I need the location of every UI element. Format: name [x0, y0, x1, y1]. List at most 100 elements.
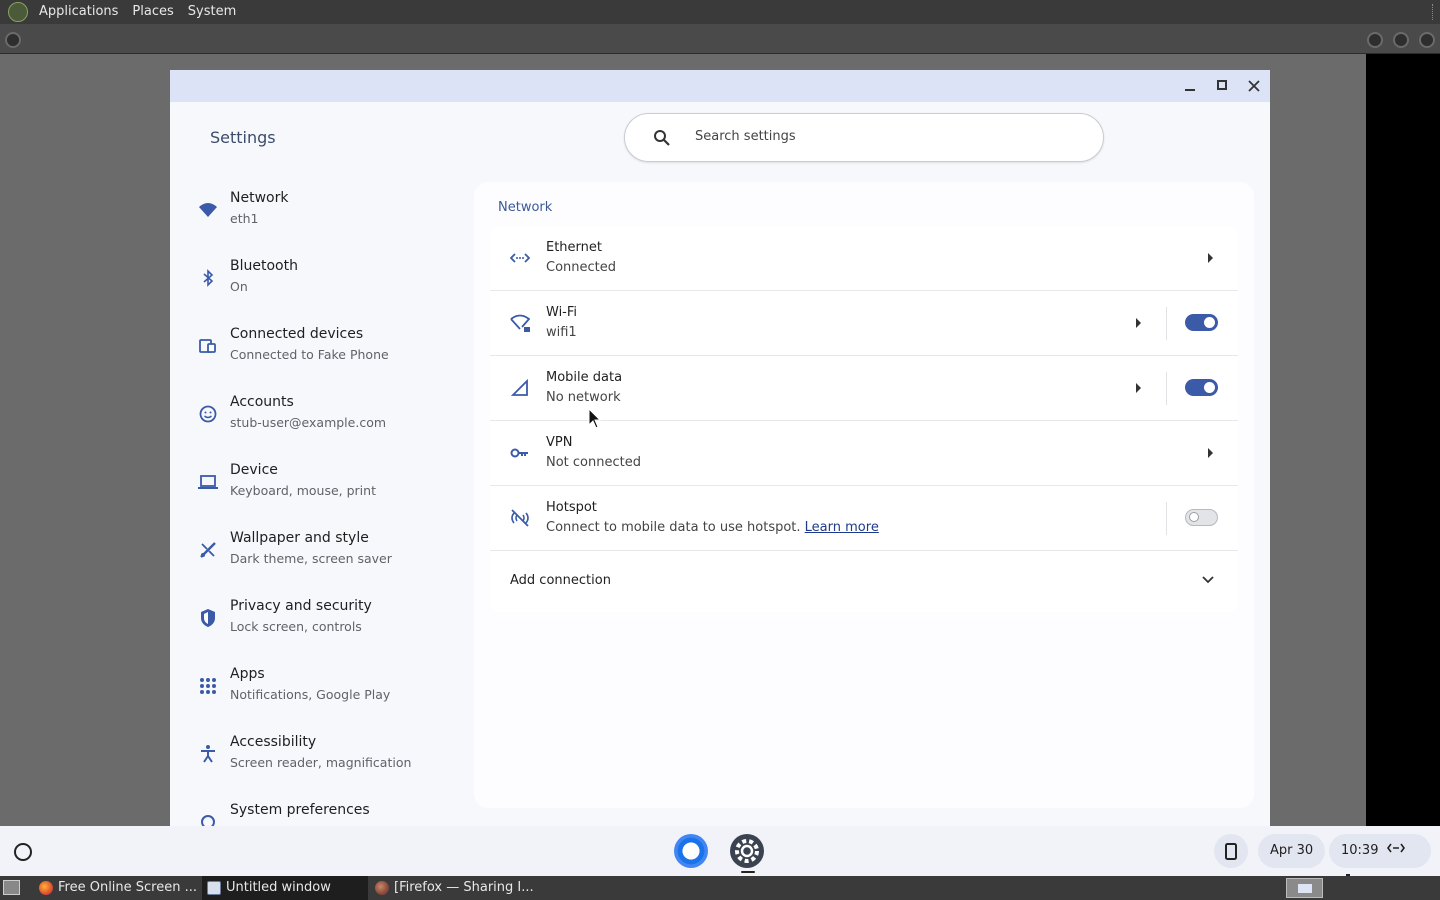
launcher-button[interactable]	[14, 843, 32, 861]
sidebar-item-label: Privacy and security	[230, 598, 372, 614]
phone-icon	[1225, 843, 1237, 860]
search-icon	[654, 130, 670, 146]
search-input[interactable]: Search settings	[695, 129, 796, 144]
mouse-cursor-icon	[588, 408, 602, 429]
task-label: Free Online Screen ...	[58, 880, 198, 895]
close-icon	[1248, 80, 1260, 92]
sidebar-item-apps[interactable]: Apps Notifications, Google Play	[190, 658, 470, 718]
row-divider	[1166, 307, 1167, 340]
viewer-toolbar	[0, 24, 1440, 54]
paint-brush-icon	[200, 542, 216, 558]
ethernet-row[interactable]: Ethernet Connected	[490, 226, 1238, 291]
workspace-switcher[interactable]	[1286, 878, 1323, 898]
wifi-toggle[interactable]	[1185, 314, 1218, 331]
wifi-icon	[199, 203, 217, 217]
system-icon	[201, 815, 215, 826]
minimize-button[interactable]	[1180, 76, 1200, 96]
row-title: Ethernet	[546, 240, 602, 255]
date-tray[interactable]: Apr 30	[1258, 834, 1326, 868]
shelf: Apr 30 10:39	[0, 826, 1440, 888]
close-button[interactable]	[1244, 76, 1264, 96]
task-label: Untitled window	[226, 880, 331, 895]
chevron-down-icon	[1202, 576, 1214, 584]
sidebar-item-device[interactable]: Device Keyboard, mouse, print	[190, 454, 470, 514]
sidebar-item-accounts[interactable]: Accounts stub-user@example.com	[190, 386, 470, 446]
search-settings-field[interactable]: Search settings	[624, 113, 1104, 162]
network-card: Ethernet Connected Wi-Fi wifi1 Mobile da…	[490, 226, 1238, 612]
system-menu[interactable]: System	[181, 0, 243, 24]
mobile-data-row[interactable]: Mobile data No network	[490, 356, 1238, 421]
gnome-foot-icon[interactable]	[8, 2, 28, 22]
sidebar-item-system-preferences[interactable]: System preferences	[190, 794, 470, 826]
panel-grip	[1432, 4, 1436, 20]
settings-gear-icon[interactable]	[730, 834, 764, 868]
viewer-menu-icon[interactable]	[5, 32, 21, 48]
row-title: Wi-Fi	[546, 305, 578, 320]
apps-grid-icon	[200, 678, 216, 694]
accounts-icon	[199, 405, 217, 423]
row-subtitle: Not connected	[546, 455, 641, 470]
hotspot-toggle[interactable]	[1185, 509, 1218, 526]
accessibility-icon	[201, 745, 215, 763]
firefox-icon	[375, 881, 389, 895]
vpn-row[interactable]: VPN Not connected	[490, 421, 1238, 486]
window-icon	[207, 881, 221, 895]
maximize-button[interactable]	[1212, 76, 1232, 96]
row-title: VPN	[546, 435, 573, 450]
network-panel: Network Ethernet Connected Wi-Fi wifi1 M…	[474, 182, 1254, 808]
chevron-right-icon	[1208, 253, 1213, 263]
sidebar-item-wallpaper[interactable]: Wallpaper and style Dark theme, screen s…	[190, 522, 470, 582]
hotspot-description: Connect to mobile data to use hotspot.	[546, 520, 801, 535]
chrome-browser-icon[interactable]	[674, 834, 708, 868]
firefox-icon	[39, 881, 53, 895]
sidebar-item-sublabel: Lock screen, controls	[230, 619, 362, 634]
sidebar-item-label: Wallpaper and style	[230, 530, 369, 546]
chevron-right-icon	[1136, 318, 1141, 328]
viewer-button-2-icon[interactable]	[1393, 32, 1409, 48]
row-subtitle: wifi1	[546, 325, 577, 340]
sidebar-item-sublabel: eth1	[230, 211, 259, 226]
row-divider	[1166, 372, 1167, 405]
section-title: Network	[498, 200, 553, 215]
connected-devices-icon	[199, 339, 216, 353]
add-connection-label: Add connection	[510, 573, 611, 588]
add-connection-row[interactable]: Add connection	[490, 551, 1238, 612]
ethernet-icon	[510, 253, 530, 263]
sidebar-item-bluetooth[interactable]: Bluetooth On	[190, 250, 470, 310]
hotspot-off-icon	[511, 509, 529, 527]
sidebar-item-privacy[interactable]: Privacy and security Lock screen, contro…	[190, 590, 470, 650]
laptop-icon	[198, 475, 218, 489]
phone-hub-button[interactable]	[1214, 834, 1248, 868]
sidebar-item-accessibility[interactable]: Accessibility Screen reader, magnificati…	[190, 726, 470, 786]
task-untitled-window[interactable]: Untitled window	[202, 876, 368, 900]
desktop-edge	[1366, 54, 1440, 826]
chevron-right-icon	[1208, 448, 1213, 458]
show-desktop-icon[interactable]	[3, 880, 20, 895]
window-titlebar[interactable]	[170, 70, 1270, 102]
sidebar-item-network[interactable]: Network eth1	[190, 182, 470, 242]
viewer-button-3-icon[interactable]	[1419, 32, 1435, 48]
sidebar-item-sublabel: Screen reader, magnification	[230, 755, 412, 770]
task-firefox-sharing[interactable]: [Firefox — Sharing I...	[370, 876, 540, 900]
sidebar-item-label: System preferences	[230, 802, 370, 818]
sidebar-item-sublabel: Notifications, Google Play	[230, 687, 391, 702]
places-menu[interactable]: Places	[125, 0, 180, 24]
task-firefox-screen[interactable]: Free Online Screen ...	[34, 876, 200, 900]
row-divider	[1166, 502, 1167, 535]
wifi-row[interactable]: Wi-Fi wifi1	[490, 291, 1238, 356]
row-subtitle: Connected	[546, 260, 617, 275]
learn-more-link[interactable]: Learn more	[805, 520, 879, 535]
sidebar-item-label: Connected devices	[230, 326, 364, 342]
settings-sidebar: Network eth1 Bluetooth On Connected devi…	[170, 182, 470, 826]
sidebar-item-connected-devices[interactable]: Connected devices Connected to Fake Phon…	[190, 318, 470, 378]
status-tray[interactable]: 10:39	[1329, 834, 1431, 888]
sidebar-item-sublabel: Dark theme, screen saver	[230, 551, 392, 566]
row-subtitle: No network	[546, 390, 621, 405]
row-title: Hotspot	[546, 500, 597, 515]
applications-menu[interactable]: Applications	[32, 0, 125, 24]
sidebar-item-label: Network	[230, 190, 289, 206]
mobile-data-toggle[interactable]	[1185, 379, 1218, 396]
sidebar-item-label: Bluetooth	[230, 258, 298, 274]
sidebar-item-label: Apps	[230, 666, 265, 682]
viewer-button-1-icon[interactable]	[1367, 32, 1383, 48]
